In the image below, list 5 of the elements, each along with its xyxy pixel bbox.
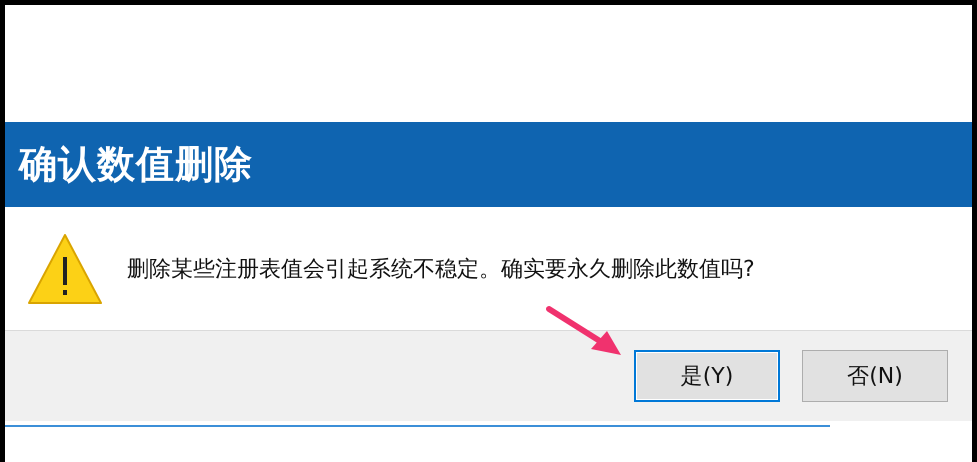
- warning-icon: [27, 232, 103, 304]
- dialog-message: 删除某些注册表值会引起系统不稳定。确实要永久删除此数值吗?: [127, 256, 755, 284]
- dialog-button[interactable]: 否(N): [802, 350, 948, 402]
- dialog-title: 确认数值删除: [19, 141, 253, 188]
- dialog-button[interactable]: 是(Y): [634, 350, 780, 402]
